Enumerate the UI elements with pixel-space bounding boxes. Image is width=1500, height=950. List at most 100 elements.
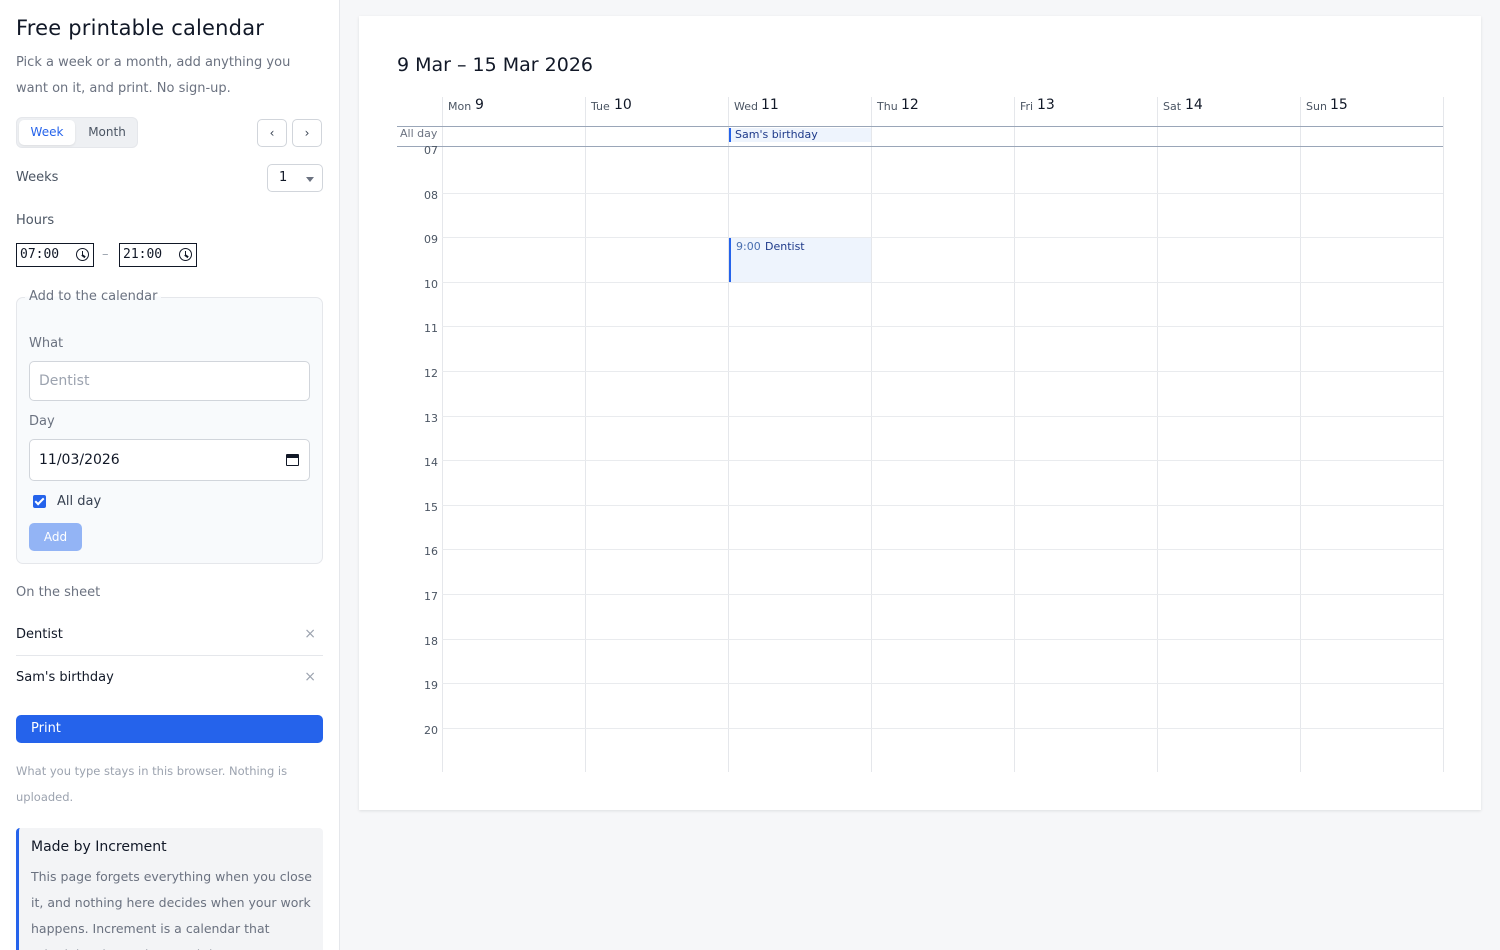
day-date-input[interactable]: 11/03/2026 (29, 439, 310, 481)
grid-hour-line (442, 326, 1443, 327)
event-time: 9:00 (736, 240, 761, 253)
day-date: 10 (614, 97, 632, 113)
hours-from-input[interactable]: 07:00 (16, 243, 94, 267)
next-period-button[interactable]: › (292, 119, 322, 147)
list-item: Sam's birthday × (16, 656, 323, 699)
hour-label: 13 (424, 412, 438, 425)
grid-hour-line (442, 594, 1443, 595)
hour-label: 08 (424, 189, 438, 202)
hour-label: 16 (424, 545, 438, 558)
day-header-wed: Wed 11 (728, 97, 871, 126)
grid-column-line (1014, 97, 1015, 772)
weeks-select-value: 1 (279, 170, 288, 185)
grid-column-line (442, 97, 443, 772)
all-day-checkbox[interactable] (33, 495, 46, 508)
on-sheet-label: On the sheet (16, 585, 101, 600)
hours-to-value: 21:00 (123, 247, 163, 262)
add-event-legend: Add to the calendar (25, 289, 162, 304)
week-view-button[interactable]: Week (19, 120, 75, 145)
clock-icon (179, 248, 192, 261)
day-header-fri: Fri 13 (1014, 97, 1157, 126)
promo-title: Made by Increment (31, 839, 167, 855)
day-name: Thu (877, 100, 898, 113)
day-name: Mon (448, 100, 472, 113)
day-header-mon: Mon 9 (442, 97, 585, 126)
all-day-row-label: All day (400, 127, 438, 140)
day-name: Wed (734, 100, 758, 113)
grid-column-line (1443, 97, 1444, 772)
hour-label: 07 (424, 144, 438, 157)
hours-from-value: 07:00 (20, 247, 60, 262)
clock-icon (76, 248, 89, 261)
day-name: Tue (591, 100, 610, 113)
what-input[interactable]: Dentist (29, 361, 310, 401)
day-label: Day (29, 414, 55, 429)
day-header-sat: Sat 14 (1157, 97, 1300, 126)
day-date: 14 (1185, 97, 1203, 113)
day-date: 15 (1330, 97, 1348, 113)
grid-hour-line (442, 549, 1443, 550)
day-date: 11 (761, 97, 779, 113)
remove-icon[interactable]: × (304, 613, 316, 656)
add-button[interactable]: Add (29, 523, 82, 551)
day-header-thu: Thu 12 (871, 97, 1014, 126)
hour-label: 10 (424, 278, 438, 291)
calendar-icon[interactable] (286, 454, 299, 466)
calendar-sheet (359, 16, 1481, 810)
previous-period-button[interactable]: ‹ (257, 119, 287, 147)
day-name: Sat (1163, 100, 1182, 113)
month-view-button[interactable]: Month (79, 120, 135, 145)
app-subtitle: Pick a week or a month, add anything you… (16, 55, 291, 96)
promo-text: This page forgets everything when you cl… (31, 869, 312, 950)
chevron-down-icon (306, 177, 314, 182)
timed-event[interactable]: 9:00 Dentist (729, 238, 871, 282)
hours-to-input[interactable]: 21:00 (119, 243, 197, 267)
day-date-value: 11/03/2026 (39, 452, 120, 468)
all-day-label[interactable]: All day (57, 494, 101, 509)
event-title: Dentist (765, 240, 805, 253)
hour-label: 12 (424, 367, 438, 380)
view-toggle: Week Month (16, 117, 138, 148)
day-name: Sun (1306, 100, 1327, 113)
grid-hour-line (442, 683, 1443, 684)
grid-column-line (1300, 97, 1301, 772)
grid-hour-line (442, 639, 1443, 640)
grid-column-line (585, 97, 586, 772)
hour-label: 14 (424, 456, 438, 469)
day-name: Fri (1020, 100, 1034, 113)
all-day-bottom-border (397, 146, 1443, 147)
hours-separator: – (102, 247, 109, 262)
day-date: 9 (475, 97, 484, 113)
app-title: Free printable calendar (16, 16, 265, 40)
grid-hour-line (442, 237, 1443, 238)
grid-hour-line (442, 728, 1443, 729)
grid-column-line (1157, 97, 1158, 772)
list-item: Dentist × (16, 613, 323, 656)
what-label: What (29, 336, 64, 351)
grid-hour-line (442, 371, 1443, 372)
all-day-top-border (397, 126, 1443, 127)
date-range-title: 9 Mar – 15 Mar 2026 (397, 54, 594, 76)
grid-hour-line (442, 416, 1443, 417)
remove-icon[interactable]: × (304, 656, 316, 699)
all-day-event[interactable]: Sam's birthday (729, 128, 871, 142)
hours-label: Hours (16, 213, 55, 228)
day-header-sun: Sun 15 (1300, 97, 1443, 126)
day-header-tue: Tue 10 (585, 97, 728, 126)
day-date: 13 (1037, 97, 1055, 113)
print-button[interactable]: Print (16, 715, 323, 743)
grid-hour-line (442, 460, 1443, 461)
grid-column-line (871, 97, 872, 772)
hour-label: 11 (424, 322, 438, 335)
promo-box: Made by Increment This page forgets ever… (16, 828, 323, 950)
grid-hour-line (442, 505, 1443, 506)
weeks-select[interactable]: 1 (267, 164, 323, 192)
weeks-label: Weeks (16, 170, 59, 185)
grid-hour-line (442, 282, 1443, 283)
day-date: 12 (901, 97, 919, 113)
hour-label: 09 (424, 233, 438, 246)
grid-column-line (728, 97, 729, 772)
hour-label: 18 (424, 635, 438, 648)
list-item-name: Dentist (16, 627, 63, 642)
hour-label: 15 (424, 501, 438, 514)
